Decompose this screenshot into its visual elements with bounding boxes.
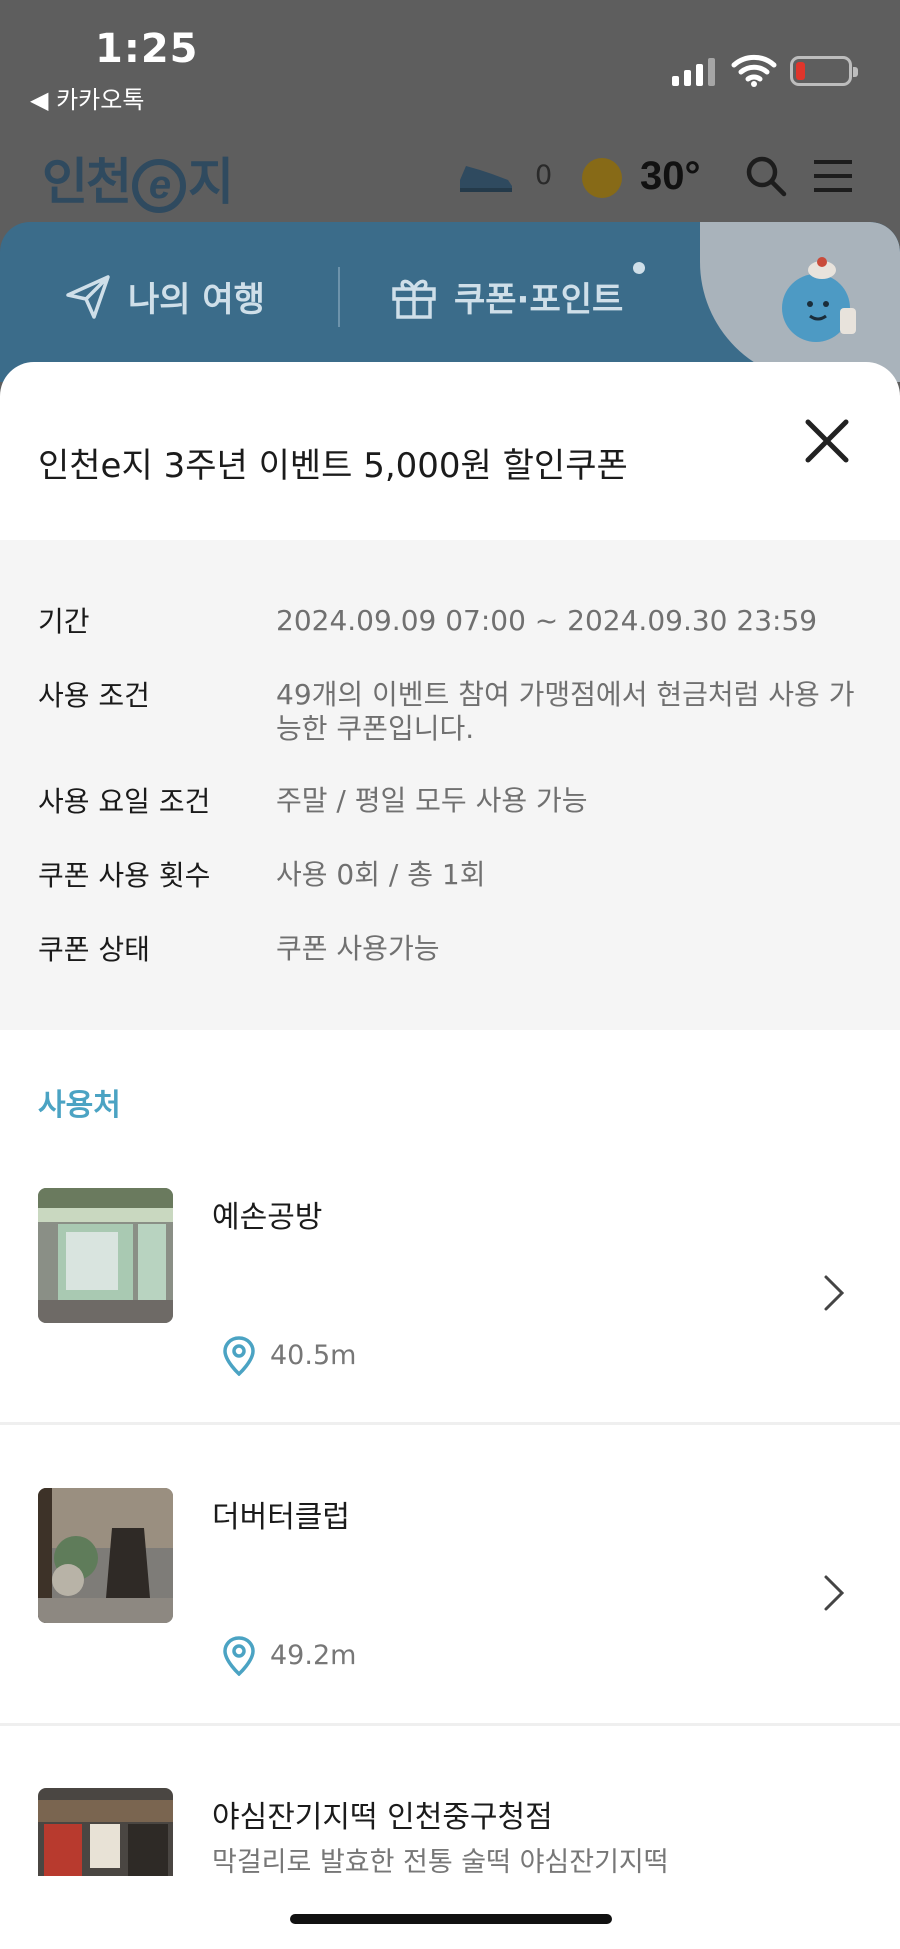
store-name: 예손공방 [212, 1200, 323, 1235]
step-count: 0 [535, 160, 553, 191]
location-pin-icon [223, 1636, 255, 1676]
info-row-usage-count: 쿠폰 사용 횟수 사용 0회 / 총 1회 [38, 858, 868, 894]
info-label: 쿠폰 상태 [38, 933, 150, 966]
info-row-condition: 사용 조건 49개의 이벤트 참여 가맹점에서 현금처럼 사용 가능한 쿠폰입니… [38, 678, 868, 746]
app-header: 인천 e 지 0 30° [0, 120, 900, 220]
mascot-character-icon[interactable] [770, 252, 870, 352]
chevron-right-icon [824, 1275, 845, 1311]
my-trip-button[interactable]: 나의 여행 [64, 272, 265, 321]
chevron-right-icon [824, 1575, 845, 1611]
my-trip-label: 나의 여행 [128, 280, 265, 320]
stores-section-title: 사용처 [38, 1088, 121, 1123]
store-name: 야심잔기지떡 인천중구청점 [212, 1800, 553, 1835]
store-distance: 40.5m [270, 1340, 357, 1371]
status-time: 1:25 [95, 26, 199, 72]
list-divider [0, 1723, 900, 1726]
incheon-ezi-logo[interactable]: 인천 e 지 [42, 142, 234, 214]
cellular-signal-icon [672, 58, 715, 86]
new-notification-dot [633, 262, 645, 274]
battery-icon [790, 56, 858, 86]
logo-text-prefix: 인천 [42, 154, 132, 210]
info-value: 사용 0회 / 총 1회 [276, 858, 486, 891]
search-icon[interactable] [744, 154, 788, 198]
app-screen: 1:25 ◀ 카카오톡 인천 e 지 0 30° 나의 여행 쿠폰·포인트 인천… [0, 0, 900, 1949]
info-label: 사용 요일 조건 [38, 785, 211, 818]
store-description: 막걸리로 발효한 전통 술떡 야심잔기지떡 [212, 1847, 669, 1876]
coupon-detail-sheet: 인천e지 3주년 이벤트 5,000원 할인쿠폰 기간 2024.09.09 0… [0, 362, 900, 1949]
store-thumbnail [38, 1188, 173, 1323]
store-thumbnail [38, 1788, 173, 1876]
info-row-status: 쿠폰 상태 쿠폰 사용가능 [38, 932, 868, 968]
logo-e-mark: e [132, 158, 186, 213]
temperature: 30° [640, 154, 701, 198]
quick-menu-banner: 나의 여행 쿠폰·포인트 [0, 222, 900, 382]
coupon-point-label: 쿠폰·포인트 [454, 280, 624, 320]
coupon-point-button[interactable]: 쿠폰·포인트 [390, 272, 623, 321]
store-list-item[interactable]: 예손공방 40.5m [0, 1188, 900, 1488]
coupon-info-panel: 기간 2024.09.09 07:00 ~ 2024.09.30 23:59 사… [0, 540, 900, 1030]
info-label: 기간 [38, 605, 90, 638]
info-value: 쿠폰 사용가능 [276, 932, 440, 965]
info-label: 쿠폰 사용 횟수 [38, 859, 211, 892]
paper-plane-icon [66, 274, 110, 319]
gift-icon [392, 279, 436, 319]
status-bar: 1:25 ◀ 카카오톡 [0, 0, 900, 114]
info-value: 49개의 이벤트 참여 가맹점에서 현금처럼 사용 가능한 쿠폰입니다. [276, 678, 855, 745]
back-to-kakaotalk-link[interactable]: ◀ 카카오톡 [30, 80, 144, 115]
wifi-icon [731, 54, 777, 87]
info-row-day-condition: 사용 요일 조건 주말 / 평일 모두 사용 가능 [38, 784, 868, 820]
hamburger-menu-icon[interactable] [812, 158, 854, 194]
info-label: 사용 조건 [38, 679, 150, 712]
close-icon[interactable] [802, 416, 852, 466]
store-list-item[interactable]: 더버터클럽 49.2m [0, 1488, 900, 1788]
location-pin-icon [223, 1336, 255, 1376]
info-row-period: 기간 2024.09.09 07:00 ~ 2024.09.30 23:59 [38, 604, 868, 640]
coupon-title: 인천e지 3주년 이벤트 5,000원 할인쿠폰 [38, 446, 628, 486]
info-value: 주말 / 평일 모두 사용 가능 [276, 784, 588, 817]
store-name: 더버터클럽 [212, 1500, 350, 1535]
store-thumbnail [38, 1488, 173, 1623]
store-list-item[interactable]: 야심잔기지떡 인천중구청점 막걸리로 발효한 전통 술떡 야심잔기지떡 [0, 1788, 900, 1876]
info-value: 2024.09.09 07:00 ~ 2024.09.30 23:59 [276, 604, 818, 637]
logo-text-suffix: 지 [188, 154, 234, 210]
banner-divider [338, 267, 340, 327]
list-divider [0, 1422, 900, 1425]
home-indicator[interactable] [290, 1914, 612, 1924]
store-distance: 49.2m [270, 1640, 357, 1671]
sneaker-icon [460, 166, 512, 192]
sun-weather-icon [582, 158, 622, 198]
